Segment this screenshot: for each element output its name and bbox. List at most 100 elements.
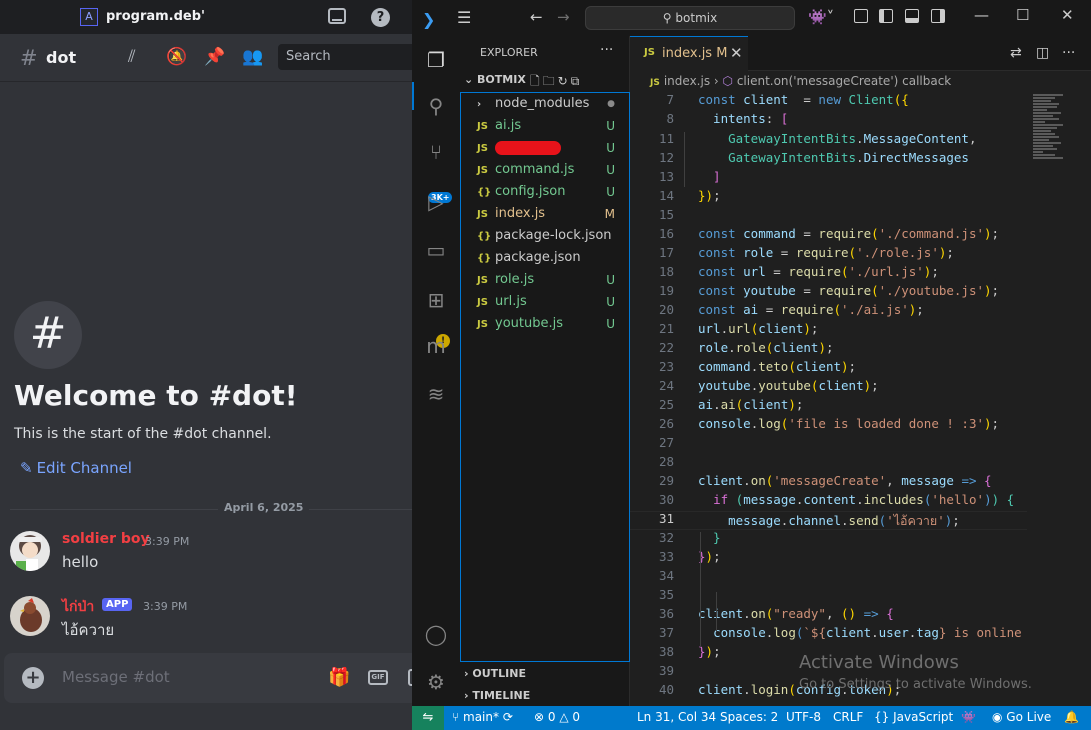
inbox-icon[interactable] — [328, 8, 346, 24]
message-composer[interactable]: + Message #dot 🎁 GIF — [4, 653, 412, 703]
customize-layout-icon[interactable] — [854, 9, 868, 23]
code-line: const url = require('./url.js'); — [698, 264, 939, 279]
server-logo-icon[interactable]: A — [80, 8, 98, 26]
toggle-secondary-sidebar-icon[interactable] — [931, 9, 945, 23]
back-arrow-icon[interactable]: ← — [530, 8, 543, 26]
code-editor[interactable]: 7 const client = new Client({8 intents: [… — [630, 92, 1027, 706]
message-author[interactable]: ไก่ป่า — [62, 596, 94, 618]
remote-indicator-icon[interactable]: ⇋ — [412, 706, 444, 730]
file-tree-item[interactable]: JS index.js M — [477, 203, 629, 225]
minimap-row — [1033, 133, 1055, 135]
explorer-icon[interactable]: ❐ — [424, 48, 448, 72]
warning-count: 0 — [572, 710, 581, 724]
gif-icon[interactable]: GIF — [368, 670, 388, 685]
threads-icon[interactable]: ⫽ — [128, 47, 136, 67]
go-live-button[interactable]: ◉ Go Live — [992, 710, 1051, 724]
toggle-panel-icon[interactable] — [905, 9, 919, 23]
message-author[interactable]: soldier boy — [62, 531, 150, 547]
file-tree-item[interactable]: JS url.js U — [477, 291, 629, 313]
code-token: , — [968, 131, 977, 146]
cursor-position[interactable]: Ln 31, Col 34 — [637, 710, 716, 724]
extensions-icon[interactable]: ⊞ — [424, 288, 448, 312]
new-file-icon[interactable]: 🗋 — [530, 74, 543, 88]
close-tab-icon[interactable]: ✕ — [730, 44, 743, 62]
indentation[interactable]: Spaces: 2 — [720, 710, 778, 724]
code-token: client — [758, 321, 804, 336]
copilot-icon[interactable]: 👾˅ — [808, 8, 834, 26]
code-token: . — [713, 397, 721, 412]
new-folder-icon[interactable]: 🗀 — [543, 74, 558, 88]
minimize-icon[interactable]: — — [974, 6, 989, 24]
edit-channel-link[interactable]: ✎ Edit Channel — [20, 459, 132, 477]
breadcrumb-file[interactable]: index.js — [664, 74, 710, 88]
branch-indicator[interactable]: ⑂ main* ⟳ — [452, 710, 513, 724]
file-tree-item[interactable]: JS command.js U — [477, 159, 629, 181]
add-attachment-icon[interactable]: + — [22, 667, 44, 689]
code-token: const — [698, 92, 744, 107]
source-control-icon[interactable]: ⑂ — [424, 140, 448, 164]
avatar[interactable] — [10, 531, 50, 571]
message-input[interactable]: Message #dot — [62, 668, 170, 686]
code-token: client — [743, 397, 789, 412]
mute-bell-icon[interactable]: 🔕 — [166, 47, 187, 67]
error-icon: ⊗ — [534, 710, 548, 724]
notifications-bell-icon[interactable]: 🔔 — [1064, 710, 1079, 724]
member-list-icon[interactable]: 👥 — [242, 47, 263, 67]
timeline-section[interactable]: › TIMELINE — [464, 689, 530, 702]
code-token: role — [698, 340, 729, 355]
close-icon[interactable]: ✕ — [1061, 6, 1074, 24]
mongodb-icon[interactable]: m — [424, 334, 448, 358]
maximize-icon[interactable]: ☐ — [1016, 6, 1029, 24]
remote-explorer-icon[interactable]: ▭ — [424, 238, 448, 262]
collapse-all-icon[interactable]: ⧉ — [571, 74, 583, 88]
file-tree-item[interactable]: JS role.js U — [477, 269, 629, 291]
more-actions-icon[interactable]: ··· — [1062, 45, 1075, 61]
language-mode[interactable]: {} JavaScript — [874, 710, 953, 724]
run-debug-icon[interactable]: ▷ — [424, 190, 448, 214]
broadcast-icon: ◉ — [992, 710, 1007, 724]
hamburger-menu-icon[interactable]: ☰ — [457, 8, 471, 27]
gift-icon[interactable]: 🎁 — [328, 667, 350, 688]
search-icon[interactable]: ⚲ — [424, 94, 448, 118]
code-token: url — [698, 321, 721, 336]
help-icon[interactable]: ? — [371, 8, 390, 27]
settings-gear-icon[interactable]: ⚙ — [424, 670, 448, 694]
explorer-sidebar: EXPLORER ··· ⌄ BOTMIX 🗋🗀↻⧉ › node_modules… — [460, 36, 630, 706]
file-status: U — [606, 141, 615, 155]
file-tree-item[interactable]: {} package-lock.json — [477, 225, 629, 247]
accounts-icon[interactable]: ◯ — [424, 622, 448, 646]
workspace-folder[interactable]: ⌄ BOTMIX — [464, 73, 526, 86]
minimap[interactable] — [1027, 92, 1091, 706]
file-tree-item[interactable]: › node_modules ● — [477, 93, 629, 115]
pin-icon[interactable]: 📌 — [204, 47, 225, 67]
refresh-icon[interactable]: ↻ — [558, 74, 571, 88]
command-center-search[interactable]: ⚲ botmix — [585, 6, 795, 30]
docker-icon[interactable]: ≋ — [424, 382, 448, 406]
file-tree-item[interactable]: {} config.json U — [477, 181, 629, 203]
file-tree-item[interactable]: JS youtube.js U — [477, 313, 629, 335]
breadcrumb[interactable]: JS index.js › ⬡ client.on('messageCreate'… — [650, 74, 951, 88]
file-tree-item[interactable]: JS U — [477, 137, 629, 159]
encoding[interactable]: UTF-8 — [786, 710, 821, 724]
line-endings[interactable]: CRLF — [833, 710, 863, 724]
js-file-icon: JS — [644, 47, 655, 58]
line-number: 28 — [658, 454, 674, 469]
code-token: , — [886, 473, 902, 488]
search-input[interactable]: Search — [278, 44, 412, 70]
code-token: log — [773, 625, 796, 640]
copilot-status-icon[interactable]: 👾 — [961, 710, 976, 724]
toggle-primary-sidebar-icon[interactable] — [879, 9, 893, 23]
breadcrumb-symbol[interactable]: client.on('messageCreate') callback — [737, 74, 951, 88]
forward-arrow-icon[interactable]: → — [557, 8, 570, 26]
file-tree-item[interactable]: {} package.json — [477, 247, 629, 269]
tab-index-js[interactable]: JS index.js M ✕ — [630, 36, 748, 71]
problems-indicator[interactable]: ⊗ 0 △ 0 — [534, 710, 580, 724]
split-editor-icon[interactable]: ◫ — [1036, 45, 1049, 61]
open-changes-icon[interactable]: ⇄ — [1010, 45, 1022, 61]
code-token: './url.js' — [848, 264, 924, 279]
more-actions-icon[interactable]: ··· — [600, 42, 613, 58]
outline-section[interactable]: › OUTLINE — [464, 667, 526, 680]
avatar[interactable] — [10, 596, 50, 636]
file-tree-item[interactable]: JS ai.js U — [477, 115, 629, 137]
code-line: }); — [698, 549, 721, 564]
